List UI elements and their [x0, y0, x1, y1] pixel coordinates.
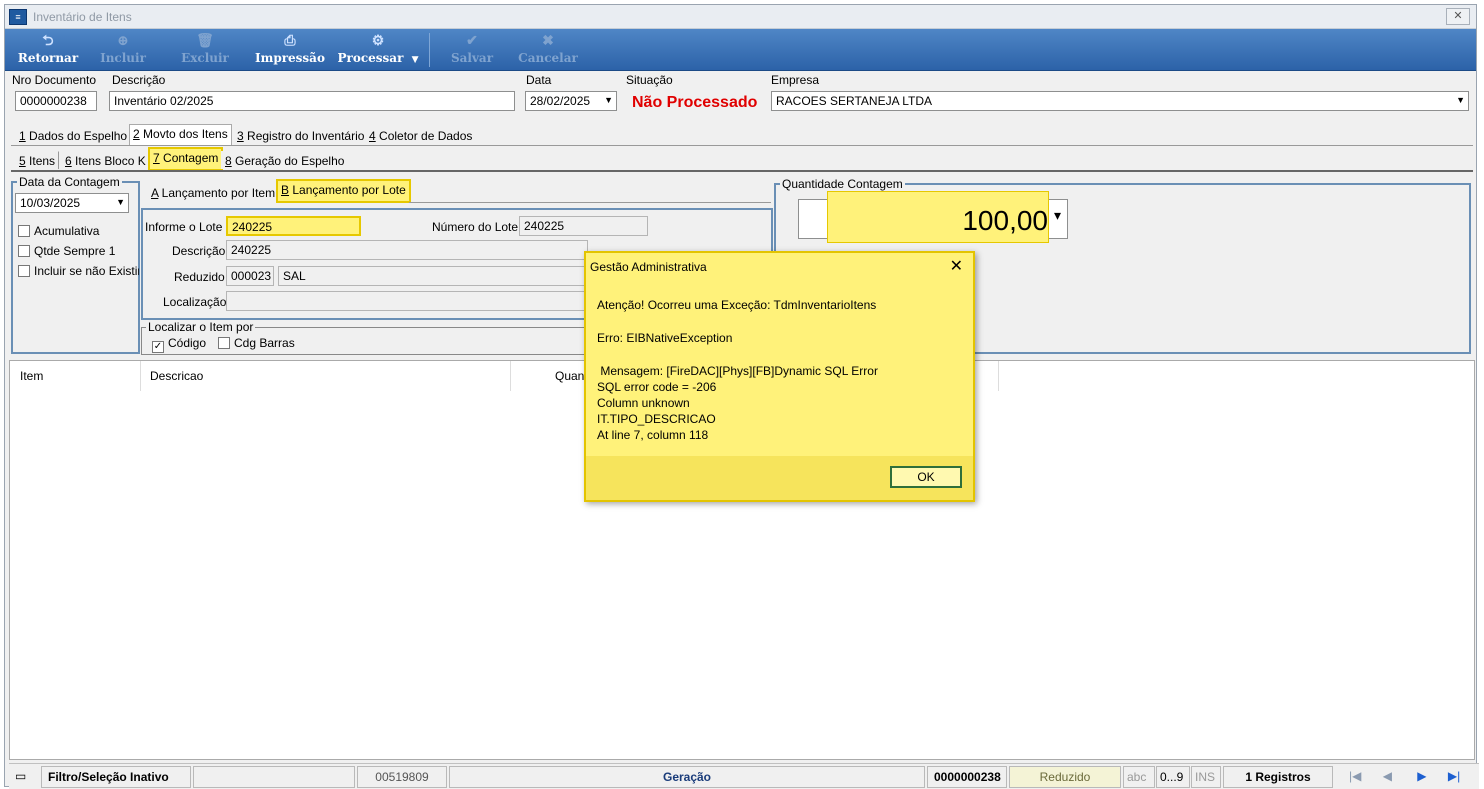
nro-documento-field[interactable]: 0000000238 — [15, 91, 97, 111]
dialog-close-icon[interactable]: ✕ — [950, 256, 963, 276]
reduzido-nome-field: SAL — [278, 266, 588, 286]
tab-dados-espelho[interactable]: 1 Dados do Espelho — [15, 126, 132, 144]
column-divider — [140, 361, 141, 391]
codigo-status: 00519809 — [357, 766, 447, 788]
situacao-label: Situação — [626, 73, 673, 87]
window-title: Inventário de Itens — [33, 10, 132, 24]
incluir-button[interactable]: ⊕ Incluir — [93, 31, 153, 69]
title-bar: ≡ Inventário de Itens ✕ — [5, 5, 1476, 29]
reduzido-status[interactable]: Reduzido — [1009, 766, 1121, 788]
chevron-down-icon[interactable]: ▼ — [1456, 93, 1465, 107]
keyboard-icon: ▭ — [15, 769, 27, 783]
last-record-icon[interactable]: ▶| — [1448, 769, 1460, 783]
tab-itens[interactable]: 5 Itens — [15, 151, 60, 169]
dialog-title: Gestão Administrativa — [590, 260, 707, 274]
prev-record-icon[interactable]: ◀ — [1383, 769, 1392, 783]
app-icon: ≡ — [9, 9, 27, 25]
cancelar-button[interactable]: ✖ Cancelar — [513, 31, 583, 69]
informe-lote-input[interactable]: 240225 — [226, 216, 361, 236]
check-icon: ✓ — [152, 341, 164, 353]
geracao-status: Geração — [449, 766, 925, 788]
cancel-icon: ✖ — [542, 33, 554, 49]
retornar-button[interactable]: ⮌ Retornar — [13, 31, 83, 69]
printer-icon: ⎙ — [284, 33, 296, 49]
process-icon: ⚙ — [371, 33, 385, 49]
salvar-button[interactable]: ✔ Salvar — [442, 31, 502, 69]
filtro-status[interactable]: Filtro/Seleção Inativo — [41, 766, 191, 788]
descricao-field[interactable]: Inventário 02/2025 — [109, 91, 515, 111]
dialog-message-exception: Atenção! Ocorreu uma Exceção: TdmInventa… — [597, 298, 877, 312]
numero-lote-field: 240225 — [519, 216, 648, 236]
descricao-lote-field: 240225 — [226, 240, 588, 260]
check-icon: ✔ — [466, 33, 478, 49]
documento-status: 0000000238 — [927, 766, 1007, 788]
descricao-lote-label: Descrição — [172, 244, 226, 258]
situacao-status: Não Processado — [632, 94, 758, 111]
empresa-label: Empresa — [771, 73, 820, 87]
registros-count: 1 Registros — [1223, 766, 1333, 788]
toolbar-separator — [429, 33, 430, 67]
empresa-combo[interactable]: RACOES SERTANEJA LTDA ▼ — [771, 91, 1469, 111]
abc-indicator: abc — [1123, 766, 1155, 788]
localizar-item-group: Localizar o Item por — [141, 320, 603, 355]
informe-lote-label: Informe o Lote — [145, 220, 223, 234]
chevron-down-icon[interactable]: ▾ — [1054, 207, 1061, 224]
tab-lancamento-lote[interactable]: B Lançamento por Lote — [276, 179, 411, 203]
tab-coletor-dados[interactable]: 4 Coletor de Dados — [365, 126, 476, 144]
toolbar: ⮌ Retornar ⊕ Incluir 🗑 Excluir ⎙ Impress… — [5, 29, 1476, 71]
ok-button[interactable]: OK — [890, 466, 962, 488]
return-icon: ⮌ — [42, 33, 54, 49]
first-record-icon[interactable]: |◀ — [1349, 769, 1361, 783]
dialog-message-error: Erro: EIBNativeException — [597, 331, 733, 345]
num-indicator: 0...9 — [1156, 766, 1190, 788]
reduzido-label: Reduzido — [174, 270, 225, 284]
status-empty — [193, 766, 355, 788]
chevron-down-icon[interactable]: ▼ — [412, 55, 419, 65]
tab-divider — [11, 145, 1473, 146]
localizacao-label: Localização — [163, 295, 227, 309]
quantidade-value-box[interactable]: 100,00 — [827, 191, 1049, 243]
data-field[interactable]: 28/02/2025 ▼ — [525, 91, 617, 111]
data-contagem-field[interactable]: 10/03/2025 ▼ — [15, 193, 129, 213]
tab-contagem[interactable]: 7 Contagem — [148, 147, 224, 171]
add-icon: ⊕ — [117, 33, 129, 49]
chevron-down-icon[interactable]: ▼ — [604, 93, 613, 107]
nro-documento-label: Nro Documento — [12, 73, 97, 87]
acumulativa-checkbox[interactable]: Acumulativa — [18, 224, 99, 238]
localizacao-field — [226, 291, 588, 311]
incluir-nao-existir-checkbox[interactable]: Incluir se não Existir — [18, 264, 139, 278]
impressao-button[interactable]: ⎙ Impressão — [250, 31, 330, 69]
data-label: Data — [526, 73, 552, 87]
error-dialog: Gestão Administrativa ✕ Atenção! Ocorreu… — [584, 251, 975, 502]
trash-icon: 🗑 — [196, 33, 214, 49]
navigator: |◀ ◀ ▶ ▶| — [1335, 766, 1479, 788]
tab-movto-itens[interactable]: 2 Movto dos Itens — [129, 124, 232, 146]
dialog-footer: OK — [586, 456, 973, 500]
column-divider — [998, 361, 999, 391]
tab-registro-inventario[interactable]: 3 Registro do Inventário — [233, 126, 369, 144]
next-record-icon[interactable]: ▶ — [1417, 769, 1426, 783]
descricao-label: Descrição — [112, 73, 166, 87]
column-divider — [510, 361, 511, 391]
processar-button[interactable]: ⚙ Processar ▼ — [333, 31, 423, 69]
ins-indicator: INS — [1191, 766, 1221, 788]
status-bar: ▭ Filtro/Seleção Inativo 00519809 Geraçã… — [9, 763, 1479, 789]
excluir-button[interactable]: 🗑 Excluir — [175, 31, 235, 69]
dialog-message-details: Mensagem: [FireDAC][Phys][FB]Dynamic SQL… — [597, 364, 878, 442]
window-close-button[interactable]: ✕ — [1446, 8, 1470, 25]
tab-itens-bloco-k[interactable]: 6 Itens Bloco K — [61, 151, 150, 169]
chevron-down-icon[interactable]: ▼ — [116, 195, 125, 209]
column-header-descricao[interactable]: Descricao — [150, 369, 203, 383]
tab-geracao-espelho[interactable]: 8 Geração do Espelho — [221, 151, 348, 169]
tab-divider — [11, 170, 1473, 172]
tab-lancamento-item[interactable]: A Lançamento por Item — [147, 183, 280, 201]
tab-divider — [409, 202, 771, 203]
numero-lote-label: Número do Lote — [432, 220, 519, 234]
reduzido-field: 000023 — [226, 266, 274, 286]
column-header-item[interactable]: Item — [20, 369, 43, 383]
cdg-barras-checkbox[interactable]: Cdg Barras — [218, 336, 295, 350]
codigo-checkbox[interactable]: ✓ Código — [152, 336, 206, 353]
qtde-sempre-checkbox[interactable]: Qtde Sempre 1 — [18, 244, 115, 258]
